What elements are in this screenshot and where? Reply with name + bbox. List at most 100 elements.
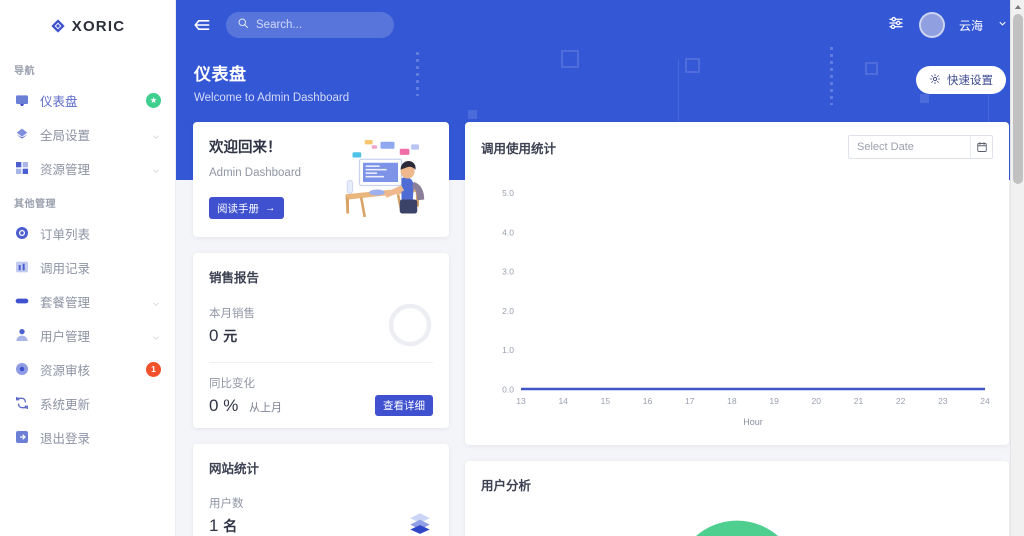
svg-text:22: 22 (896, 396, 906, 406)
chevron-down-icon[interactable] (151, 129, 161, 139)
svg-text:18: 18 (727, 396, 737, 406)
chevron-down-icon[interactable] (151, 330, 161, 340)
svg-text:3.0: 3.0 (502, 267, 514, 277)
gauge-donut (674, 520, 800, 536)
svg-text:14: 14 (558, 396, 568, 406)
sidebar-item-order-list[interactable]: 订单列表 (0, 216, 175, 250)
usage-line-chart: 0.0 1.0 2.0 3.0 4.0 5.0 13 14 15 16 17 18 19 20 21 22 23… (481, 167, 993, 435)
user-analysis-gauge (481, 508, 993, 536)
chevron-down-icon[interactable] (997, 16, 1008, 34)
sales-change: 同比变化 0 % 从上月 查看详细 (209, 375, 433, 416)
search-input[interactable] (256, 19, 383, 31)
sales-report-card: 销售报告 本月销售 0 元 同比变化 0 % 从上月 查看详细 (193, 253, 449, 428)
sales-metric-value-row: 0 元 (209, 326, 255, 346)
sidebar: XORIC 导航 仪表盘 ★ 全局设置 资源管理 其他管理 订单列表 调用记录 … (0, 0, 176, 536)
caret-up-icon[interactable] (1011, 0, 1024, 14)
site-stats-value-row: 1 名 (209, 516, 244, 536)
avatar[interactable] (918, 12, 945, 38)
sidebar-item-label: 系统更新 (40, 397, 91, 412)
dashboard-content: 欢迎回来！ Admin Dashboard 阅读手册 → 销售报告 本月销售 0… (176, 104, 1024, 536)
developer-at-desk-illustration (328, 136, 433, 221)
sales-change-row: 0 % 从上月 查看详细 (209, 391, 433, 416)
user-name[interactable]: 云海 (959, 17, 983, 34)
nav-section-title-other: 其他管理 (14, 199, 56, 210)
site-stats-title: 网站统计 (209, 462, 260, 476)
calendar-icon[interactable] (970, 136, 992, 158)
sidebar-item-resource-management[interactable]: 资源管理 (0, 151, 175, 185)
divider (209, 362, 433, 363)
sales-change-value-row: 0 % 从上月 (209, 396, 282, 416)
sidebar-item-label: 套餐管理 (40, 295, 91, 310)
sales-change-value: 0 (209, 396, 219, 415)
sidebar-item-system-update[interactable]: 系统更新 (0, 386, 175, 420)
page-subtitle: Welcome to Admin Dashboard (194, 92, 350, 104)
right-column: 调用使用统计 0.0 1.0 2.0 3.0 4.0 5.0 13 14 15 16 17 18 19 2… (465, 122, 1009, 536)
sidebar-item-call-records[interactable]: 调用记录 (0, 250, 175, 284)
search-box[interactable] (226, 12, 394, 38)
chart-svg: 0.0 1.0 2.0 3.0 4.0 5.0 13 14 15 16 17 18 19 20 21 22 23… (502, 188, 990, 427)
capsule-icon (14, 293, 30, 309)
svg-text:21: 21 (854, 396, 864, 406)
scrollbar-thumb[interactable] (1013, 14, 1023, 184)
page-title: 仪表盘 (194, 65, 247, 84)
sales-metric-unit: 元 (223, 327, 238, 344)
welcome-title: 欢迎回来！ (209, 140, 282, 156)
read-manual-button[interactable]: 阅读手册 → (209, 197, 284, 219)
chevron-down-icon[interactable] (151, 163, 161, 173)
bar-chart-icon (14, 259, 30, 275)
site-stats-metric-label: 用户数 (209, 498, 244, 510)
search-icon (237, 16, 249, 34)
date-input[interactable] (849, 141, 971, 153)
svg-text:15: 15 (601, 396, 611, 406)
sidebar-item-label: 仪表盘 (40, 94, 78, 109)
welcome-subtitle: Admin Dashboard (209, 167, 302, 179)
date-picker[interactable] (848, 135, 993, 159)
shield-icon (14, 361, 30, 377)
grid-icon (14, 160, 30, 176)
sales-metric-label: 本月销售 (209, 307, 255, 320)
sales-change-label: 同比变化 (209, 378, 255, 390)
gear-icon (929, 73, 941, 88)
site-stats-value: 1 (209, 516, 219, 535)
user-analysis-title: 用户分析 (481, 479, 532, 493)
sidebar-item-global-settings[interactable]: 全局设置 (0, 117, 175, 151)
layers-icon (407, 510, 433, 536)
sliders-icon[interactable] (887, 14, 905, 37)
diamond-logo-icon (50, 18, 66, 34)
svg-text:Hour: Hour (743, 417, 763, 427)
collapse-left-icon[interactable] (192, 15, 212, 35)
svg-text:20: 20 (812, 396, 822, 406)
svg-text:4.0: 4.0 (502, 227, 514, 237)
quick-settings-button[interactable]: 快速设置 (916, 66, 1006, 94)
logout-icon (14, 429, 30, 445)
main-area: 云海 仪表盘 Welcome to Admin Dashboard 快速设置 (176, 0, 1024, 536)
dashboard-icon (14, 92, 30, 108)
usage-chart-title: 调用使用统计 (481, 141, 557, 156)
status-badge: ★ (146, 92, 161, 108)
sidebar-item-resource-audit[interactable]: 资源审核 1 (0, 352, 175, 386)
sidebar-item-logout[interactable]: 退出登录 (0, 420, 175, 454)
site-stats-body: 用户数 1 名 (209, 495, 433, 536)
sales-metric: 本月销售 0 元 (209, 302, 433, 348)
nav-section-title-navigation: 导航 (14, 66, 35, 77)
sales-change-unit: % (223, 396, 239, 415)
topbar: 云海 (176, 0, 1024, 50)
svg-text:16: 16 (643, 396, 653, 406)
chevron-down-icon[interactable] (151, 296, 161, 306)
brand-logo[interactable]: XORIC (0, 0, 175, 52)
page-head: 仪表盘 Welcome to Admin Dashboard 快速设置 (176, 50, 1024, 104)
svg-text:13: 13 (516, 396, 526, 406)
svg-text:0.0: 0.0 (502, 385, 514, 395)
welcome-text: 欢迎回来！ Admin Dashboard 阅读手册 → (209, 136, 301, 221)
svg-text:23: 23 (938, 396, 948, 406)
sidebar-item-user-management[interactable]: 用户管理 (0, 318, 175, 352)
sidebar-item-package-management[interactable]: 套餐管理 (0, 284, 175, 318)
read-manual-label: 阅读手册 (217, 202, 259, 215)
left-column: 欢迎回来！ Admin Dashboard 阅读手册 → 销售报告 本月销售 0… (193, 122, 449, 536)
svg-text:2.0: 2.0 (502, 306, 514, 316)
sidebar-item-dashboard[interactable]: 仪表盘 ★ (0, 83, 175, 117)
sidebar-item-label: 用户管理 (40, 329, 91, 344)
vertical-scrollbar[interactable] (1010, 0, 1024, 536)
site-stats-metric: 用户数 1 名 (209, 495, 244, 536)
view-detail-button[interactable]: 查看详细 (375, 395, 433, 416)
